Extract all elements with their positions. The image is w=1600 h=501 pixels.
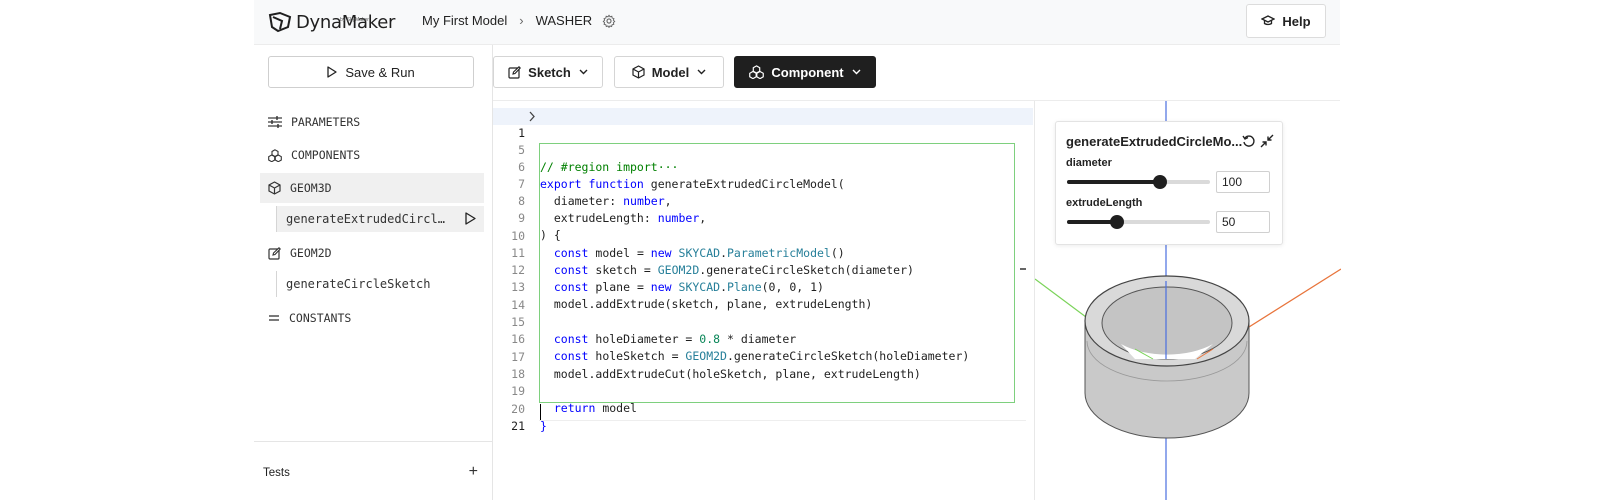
breadcrumb-project[interactable]: My First Model xyxy=(422,13,507,28)
sidebar-subitem-generate-circle-sketch[interactable]: generateCircleSketch xyxy=(276,271,484,297)
sidebar-item-components[interactable]: COMPONENTS xyxy=(260,140,484,170)
save-run-label: Save & Run xyxy=(345,64,415,80)
chevron-down-icon xyxy=(697,69,706,75)
graduation-cap-icon xyxy=(1261,15,1276,26)
chevron-down-icon xyxy=(579,69,588,75)
code-line[interactable]: 13 model.addExtrude(sketch, plane, extru… xyxy=(493,262,1033,311)
extrude-length-input[interactable]: 50 xyxy=(1216,211,1270,233)
panel-divider-handle[interactable] xyxy=(1020,268,1026,270)
collapse-icon[interactable] xyxy=(1260,134,1274,148)
code-line[interactable]: 20 } xyxy=(493,384,1033,433)
sidebar-item-label: GEOM3D xyxy=(290,181,332,195)
tests-section: Tests + xyxy=(254,441,492,501)
reset-icon[interactable] xyxy=(1242,134,1256,148)
logo[interactable]: DynaMaker xyxy=(268,10,395,34)
sketch-label: Sketch xyxy=(528,64,571,80)
help-label: Help xyxy=(1282,13,1311,29)
dynamaker-logo-icon xyxy=(268,11,292,33)
code-line[interactable]: 17 model.addExtrudeCut(holeSketch, plane… xyxy=(493,332,1033,381)
sidebar-item-label: GEOM2D xyxy=(290,246,332,260)
param-label-extrude-length: extrudeLength xyxy=(1066,197,1143,209)
code-line[interactable]: 7 diameter: number, xyxy=(493,159,1033,208)
help-button[interactable]: Help xyxy=(1246,4,1326,38)
code-line[interactable]: 21 xyxy=(493,401,1033,433)
breadcrumb: My First Model › WASHER xyxy=(422,13,616,28)
sidebar-subitem-label: generateExtrudedCircleModel xyxy=(286,212,446,226)
extrude-length-slider[interactable] xyxy=(1067,213,1210,231)
sidebar-nav: PARAMETERS COMPONENTS GEOM3D generateExt… xyxy=(260,107,484,336)
panel-title: generateExtrudedCircleMo... xyxy=(1066,134,1243,149)
code-line[interactable]: 12 const plane = new SKYCAD.Plane(0, 0, … xyxy=(493,245,1033,294)
sidebar-item-constants[interactable]: CONSTANTS xyxy=(260,303,484,333)
slider-thumb[interactable] xyxy=(1153,175,1167,189)
components-icon xyxy=(268,148,282,162)
editor-line-divider xyxy=(539,420,1026,421)
sidebar: Save & Run PARAMETERS COMPONENTS GEOM3D … xyxy=(254,45,493,500)
component-label: Component xyxy=(771,64,844,80)
3d-viewer[interactable]: generateExtrudedCircleMo... diameter 100… xyxy=(1034,101,1341,500)
text-cursor xyxy=(540,404,541,421)
code-line[interactable]: 18 xyxy=(493,349,1033,381)
cube-icon xyxy=(268,181,281,195)
sidebar-subitem-label: generateCircleSketch xyxy=(286,277,431,291)
chevron-down-icon xyxy=(852,69,861,75)
cube-icon xyxy=(632,65,645,79)
code-line[interactable]: 5 xyxy=(493,125,1033,157)
code-line[interactable]: 14 xyxy=(493,280,1033,312)
code-line[interactable]: 15 const holeDiameter = 0.8 * diameter xyxy=(493,297,1033,346)
diameter-input[interactable]: 100 xyxy=(1216,171,1270,193)
code-line[interactable]: 10 const model = new SKYCAD.ParametricMo… xyxy=(493,211,1033,260)
sidebar-subitem-generate-extruded-circle-model[interactable]: generateExtrudedCircleModel xyxy=(276,206,484,232)
code-line[interactable]: 9 ) { xyxy=(493,193,1033,242)
app: DynaMaker by SkyMaker My First Model › W… xyxy=(254,0,1341,500)
model-button[interactable]: Model xyxy=(614,56,724,88)
code-line[interactable]: 11 const sketch = GEOM2D.generateCircleS… xyxy=(493,228,1033,277)
code-line[interactable]: 6 export function generateExtrudedCircle… xyxy=(493,142,1033,191)
sidebar-item-label: PARAMETERS xyxy=(291,115,361,129)
code-line[interactable]: 19 return model xyxy=(493,366,1033,415)
sliders-icon xyxy=(268,116,282,128)
line-number: 21 xyxy=(511,419,525,433)
model-label: Model xyxy=(651,64,690,80)
washer-hole xyxy=(1101,286,1233,360)
app-header: DynaMaker by SkyMaker My First Model › W… xyxy=(254,0,1340,45)
slider-fill xyxy=(1067,180,1160,184)
gear-icon[interactable] xyxy=(602,13,616,28)
sidebar-item-geom3d[interactable]: GEOM3D xyxy=(260,173,484,203)
code-editor[interactable]: 1 // #region import··· 5 6 export functi… xyxy=(493,101,1033,500)
sidebar-item-geom2d[interactable]: GEOM2D xyxy=(260,238,484,268)
chevron-right-icon: › xyxy=(519,13,524,28)
run-play-icon[interactable] xyxy=(465,212,476,225)
chevron-right-icon[interactable] xyxy=(527,108,537,125)
edit-icon xyxy=(268,246,281,260)
slider-thumb[interactable] xyxy=(1110,215,1124,229)
play-icon xyxy=(327,66,337,78)
logo-subtext: by SkyMaker xyxy=(340,17,369,23)
edit-icon xyxy=(508,65,522,79)
sidebar-item-parameters[interactable]: PARAMETERS xyxy=(260,107,484,137)
parameters-panel: generateExtrudedCircleMo... diameter 100… xyxy=(1055,121,1283,245)
sidebar-item-label: COMPONENTS xyxy=(291,148,361,162)
code-line[interactable]: 16 const holeSketch = GEOM2D.generateCir… xyxy=(493,314,1033,363)
add-test-button[interactable]: + xyxy=(469,464,478,480)
sketch-button[interactable]: Sketch xyxy=(493,56,603,88)
breadcrumb-component[interactable]: WASHER xyxy=(536,13,593,28)
panel-actions xyxy=(1238,134,1274,148)
equals-icon xyxy=(269,315,279,321)
component-button[interactable]: Component xyxy=(734,56,876,88)
components-icon xyxy=(749,65,765,79)
code-line[interactable]: 8 extrudeLength: number, xyxy=(493,176,1033,225)
param-label-diameter: diameter xyxy=(1066,157,1112,169)
save-run-button[interactable]: Save & Run xyxy=(268,56,474,88)
tests-label: Tests xyxy=(263,467,290,479)
code-line[interactable]: 1 // #region import··· xyxy=(493,108,1033,174)
sidebar-item-label: CONSTANTS xyxy=(289,311,352,325)
toolbar: Sketch Model Component xyxy=(493,45,1340,101)
diameter-slider[interactable] xyxy=(1067,173,1210,191)
